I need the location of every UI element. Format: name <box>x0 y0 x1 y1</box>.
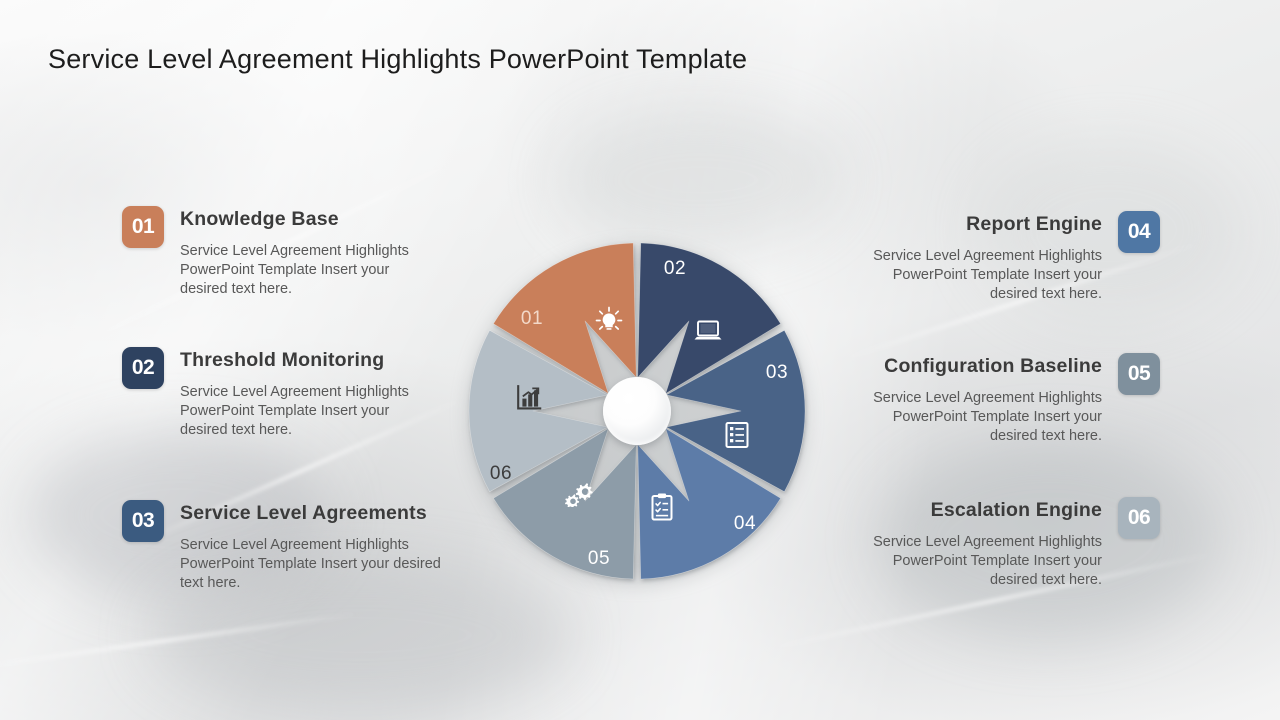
item-number-badge-01: 01 <box>122 206 164 248</box>
item-desc-threshold-monitoring: Service Level Agreement Highlights Power… <box>180 383 409 439</box>
item-title-threshold-monitoring: Threshold Monitoring <box>180 349 385 371</box>
item-number-badge-02: 02 <box>122 347 164 389</box>
list-item-escalation-engine[interactable]: 06 Escalation Engine Service Level Agree… <box>862 497 1160 591</box>
item-title-service-level-agreements: Service Level Agreements <box>180 502 427 524</box>
item-number-badge-06: 06 <box>1118 497 1160 539</box>
list-item-configuration-baseline[interactable]: 05 Configuration Baseline Service Level … <box>862 353 1160 447</box>
item-number-badge-05: 05 <box>1118 353 1160 395</box>
page-title: Service Level Agreement Highlights Power… <box>48 44 748 74</box>
item-desc-report-engine: Service Level Agreement Highlights Power… <box>873 247 1102 303</box>
item-title-knowledge-base: Knowledge Base <box>180 208 339 230</box>
wheel-center-hub <box>603 377 671 445</box>
segmented-wheel-chart: 01 02 03 04 05 06 <box>463 237 811 585</box>
item-desc-knowledge-base: Service Level Agreement Highlights Power… <box>180 242 409 298</box>
list-item-threshold-monitoring[interactable]: 02 Threshold Monitoring Service Level Ag… <box>122 347 438 441</box>
item-desc-configuration-baseline: Service Level Agreement Highlights Power… <box>873 389 1102 445</box>
item-title-escalation-engine: Escalation Engine <box>930 499 1102 521</box>
item-title-configuration-baseline: Configuration Baseline <box>884 355 1102 377</box>
list-item-service-level-agreements[interactable]: 03 Service Level Agreements Service Leve… <box>122 500 448 594</box>
item-title-report-engine: Report Engine <box>966 213 1102 235</box>
list-item-knowledge-base[interactable]: 01 Knowledge Base Service Level Agreemen… <box>122 206 438 300</box>
item-number-badge-03: 03 <box>122 500 164 542</box>
item-desc-service-level-agreements: Service Level Agreement Highlights Power… <box>180 536 441 592</box>
list-item-report-engine[interactable]: 04 Report Engine Service Level Agreement… <box>862 211 1160 305</box>
item-desc-escalation-engine: Service Level Agreement Highlights Power… <box>873 533 1102 589</box>
item-number-badge-04: 04 <box>1118 211 1160 253</box>
